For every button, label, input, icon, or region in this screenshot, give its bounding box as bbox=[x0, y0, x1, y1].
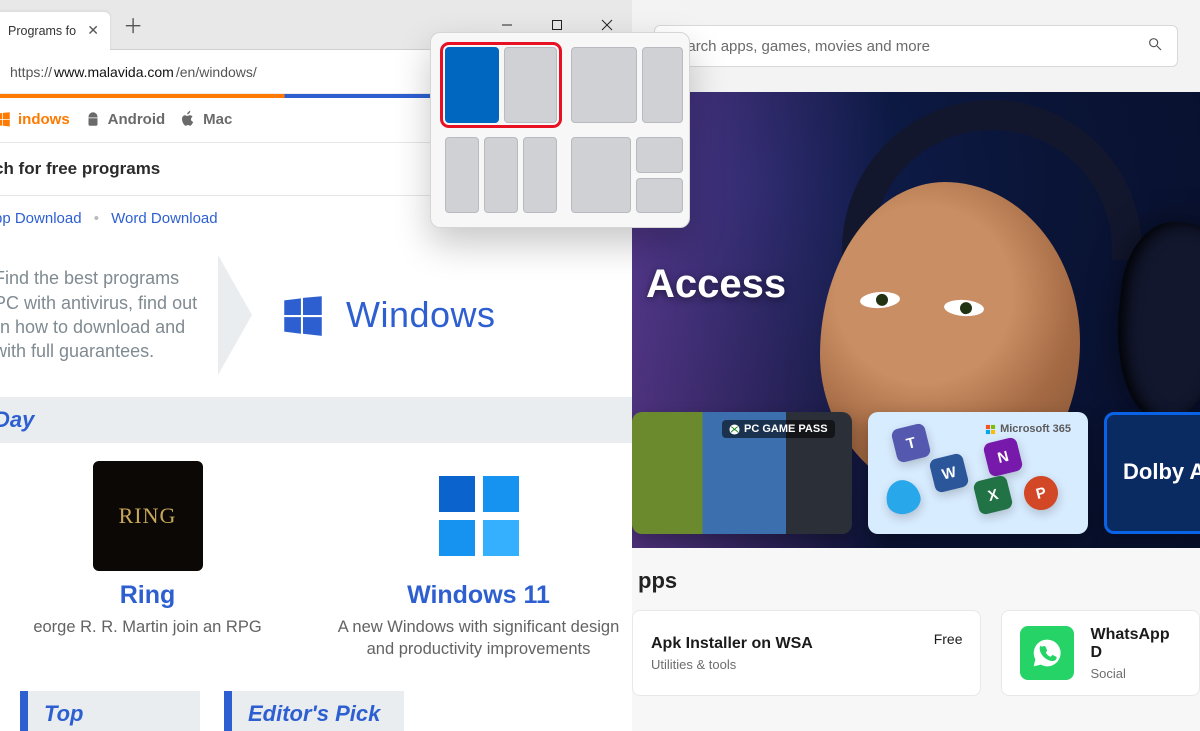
card-title: Windows 11 bbox=[407, 581, 550, 610]
snap-zone[interactable] bbox=[523, 137, 557, 213]
whatsapp-icon bbox=[1020, 626, 1074, 680]
snap-zone[interactable] bbox=[636, 137, 683, 173]
tab-top[interactable]: Top bbox=[20, 691, 200, 731]
day-cards: RING Ring eorge R. R. Martin join an RPG… bbox=[0, 443, 632, 661]
snap-layout-half-half[interactable] bbox=[445, 47, 557, 123]
snap-zone[interactable] bbox=[484, 137, 518, 213]
card-windows11[interactable]: Windows 11 A new Windows with significan… bbox=[325, 461, 632, 661]
snap-layout-wide-narrow[interactable] bbox=[571, 47, 683, 123]
card-title: Ring bbox=[120, 581, 176, 610]
store-hero[interactable]: Access PC GAME PASS Microsoft 365 T W N bbox=[632, 92, 1200, 548]
ms-store-window: Search apps, games, movies and more Acce… bbox=[632, 0, 1200, 731]
apps-heading: pps bbox=[638, 568, 1200, 594]
powerpoint-icon: P bbox=[1020, 472, 1061, 513]
card-desc: eorge R. R. Martin join an RPG bbox=[33, 616, 261, 638]
platform-mac-label: Mac bbox=[203, 111, 232, 128]
snap-layout-left-stack[interactable] bbox=[571, 137, 683, 213]
app-card-whatsapp[interactable]: WhatsApp D Social bbox=[1001, 610, 1200, 696]
teams-icon: T bbox=[890, 422, 931, 463]
snap-layouts-popup bbox=[430, 32, 690, 228]
snap-zone-selected[interactable] bbox=[445, 47, 499, 123]
quicklink-app[interactable]: pp Download bbox=[0, 210, 82, 227]
xbox-icon bbox=[729, 424, 740, 435]
card-elden-ring[interactable]: RING Ring eorge R. R. Martin join an RPG bbox=[0, 461, 301, 661]
new-tab-button[interactable]: ＋ bbox=[116, 8, 150, 42]
excel-icon: X bbox=[972, 474, 1013, 515]
bottom-tabs: Top Editor's Pick bbox=[20, 691, 632, 731]
store-search-placeholder: Search apps, games, movies and more bbox=[669, 38, 930, 55]
quicklink-word[interactable]: Word Download bbox=[111, 210, 217, 227]
app-cards: Apk Installer on WSA Utilities & tools F… bbox=[632, 610, 1200, 696]
slogan-text: Find the best programs PC with antivirus… bbox=[0, 266, 204, 363]
tab-editors-pick[interactable]: Editor's Pick bbox=[224, 691, 404, 731]
elden-ring-thumb: RING bbox=[93, 461, 203, 571]
windows11-icon bbox=[431, 468, 527, 564]
platform-android-label: Android bbox=[108, 111, 166, 128]
card-desc: A new Windows with significant design an… bbox=[325, 616, 632, 661]
windows-icon bbox=[0, 110, 12, 128]
windows-logo-icon bbox=[278, 290, 328, 340]
snap-zone[interactable] bbox=[504, 47, 558, 123]
onenote-icon: N bbox=[982, 436, 1023, 477]
url-path: /en/windows/ bbox=[176, 64, 257, 80]
office-icons: T W N X P bbox=[868, 412, 1088, 534]
store-header: Search apps, games, movies and more bbox=[632, 0, 1200, 92]
tile-dolby-title: Dolby Ac bbox=[1123, 459, 1200, 485]
tile-dolby[interactable]: Dolby Ac bbox=[1104, 412, 1200, 534]
section-day: Day bbox=[0, 397, 632, 443]
platform-windows[interactable]: indows bbox=[0, 110, 70, 128]
snap-zone[interactable] bbox=[571, 137, 631, 213]
app-card-apk[interactable]: Apk Installer on WSA Utilities & tools F… bbox=[632, 610, 981, 696]
tab-title: Programs fo bbox=[8, 24, 76, 38]
app-name: WhatsApp D bbox=[1090, 626, 1181, 662]
platform-android[interactable]: Android bbox=[84, 110, 166, 128]
gamepass-badge: PC GAME PASS bbox=[722, 420, 835, 438]
snap-zone[interactable] bbox=[445, 137, 479, 213]
windows11-thumb bbox=[424, 461, 534, 571]
onedrive-icon bbox=[882, 476, 923, 517]
tile-m365[interactable]: Microsoft 365 T W N X P bbox=[868, 412, 1088, 534]
store-apps-section: pps Apk Installer on WSA Utilities & too… bbox=[632, 548, 1200, 731]
app-category: Social bbox=[1090, 666, 1181, 681]
hero-tiles: PC GAME PASS Microsoft 365 T W N X P bbox=[632, 412, 1200, 534]
bullet-icon: • bbox=[94, 210, 99, 227]
app-category: Utilities & tools bbox=[651, 657, 918, 672]
close-tab-icon[interactable]: ✕ bbox=[86, 24, 100, 38]
site-search-label: ch for free programs bbox=[0, 159, 160, 178]
store-search[interactable]: Search apps, games, movies and more bbox=[654, 25, 1178, 67]
url-host: www.malavida.com bbox=[54, 64, 174, 80]
word-icon: W bbox=[928, 452, 969, 493]
platform-windows-label: indows bbox=[18, 111, 70, 128]
url-scheme: https:// bbox=[10, 64, 52, 80]
tile-gamepass[interactable]: PC GAME PASS bbox=[632, 412, 852, 534]
platform-mac[interactable]: Mac bbox=[179, 110, 232, 128]
windows-heading: Windows bbox=[278, 290, 496, 340]
apple-icon bbox=[179, 110, 197, 128]
hero-title: Access bbox=[646, 262, 786, 307]
browser-tab[interactable]: Programs fo ✕ bbox=[0, 12, 110, 50]
android-icon bbox=[84, 110, 102, 128]
windows-heading-label: Windows bbox=[346, 294, 496, 336]
search-icon[interactable] bbox=[1147, 36, 1163, 56]
app-price: Free bbox=[934, 631, 963, 647]
hero-row: Find the best programs PC with antivirus… bbox=[0, 255, 632, 375]
snap-layout-thirds[interactable] bbox=[445, 137, 557, 213]
app-name: Apk Installer on WSA bbox=[651, 635, 918, 653]
snap-zone[interactable] bbox=[636, 178, 683, 214]
snap-zone[interactable] bbox=[571, 47, 637, 123]
arrow-icon bbox=[218, 255, 252, 375]
snap-zone[interactable] bbox=[642, 47, 683, 123]
